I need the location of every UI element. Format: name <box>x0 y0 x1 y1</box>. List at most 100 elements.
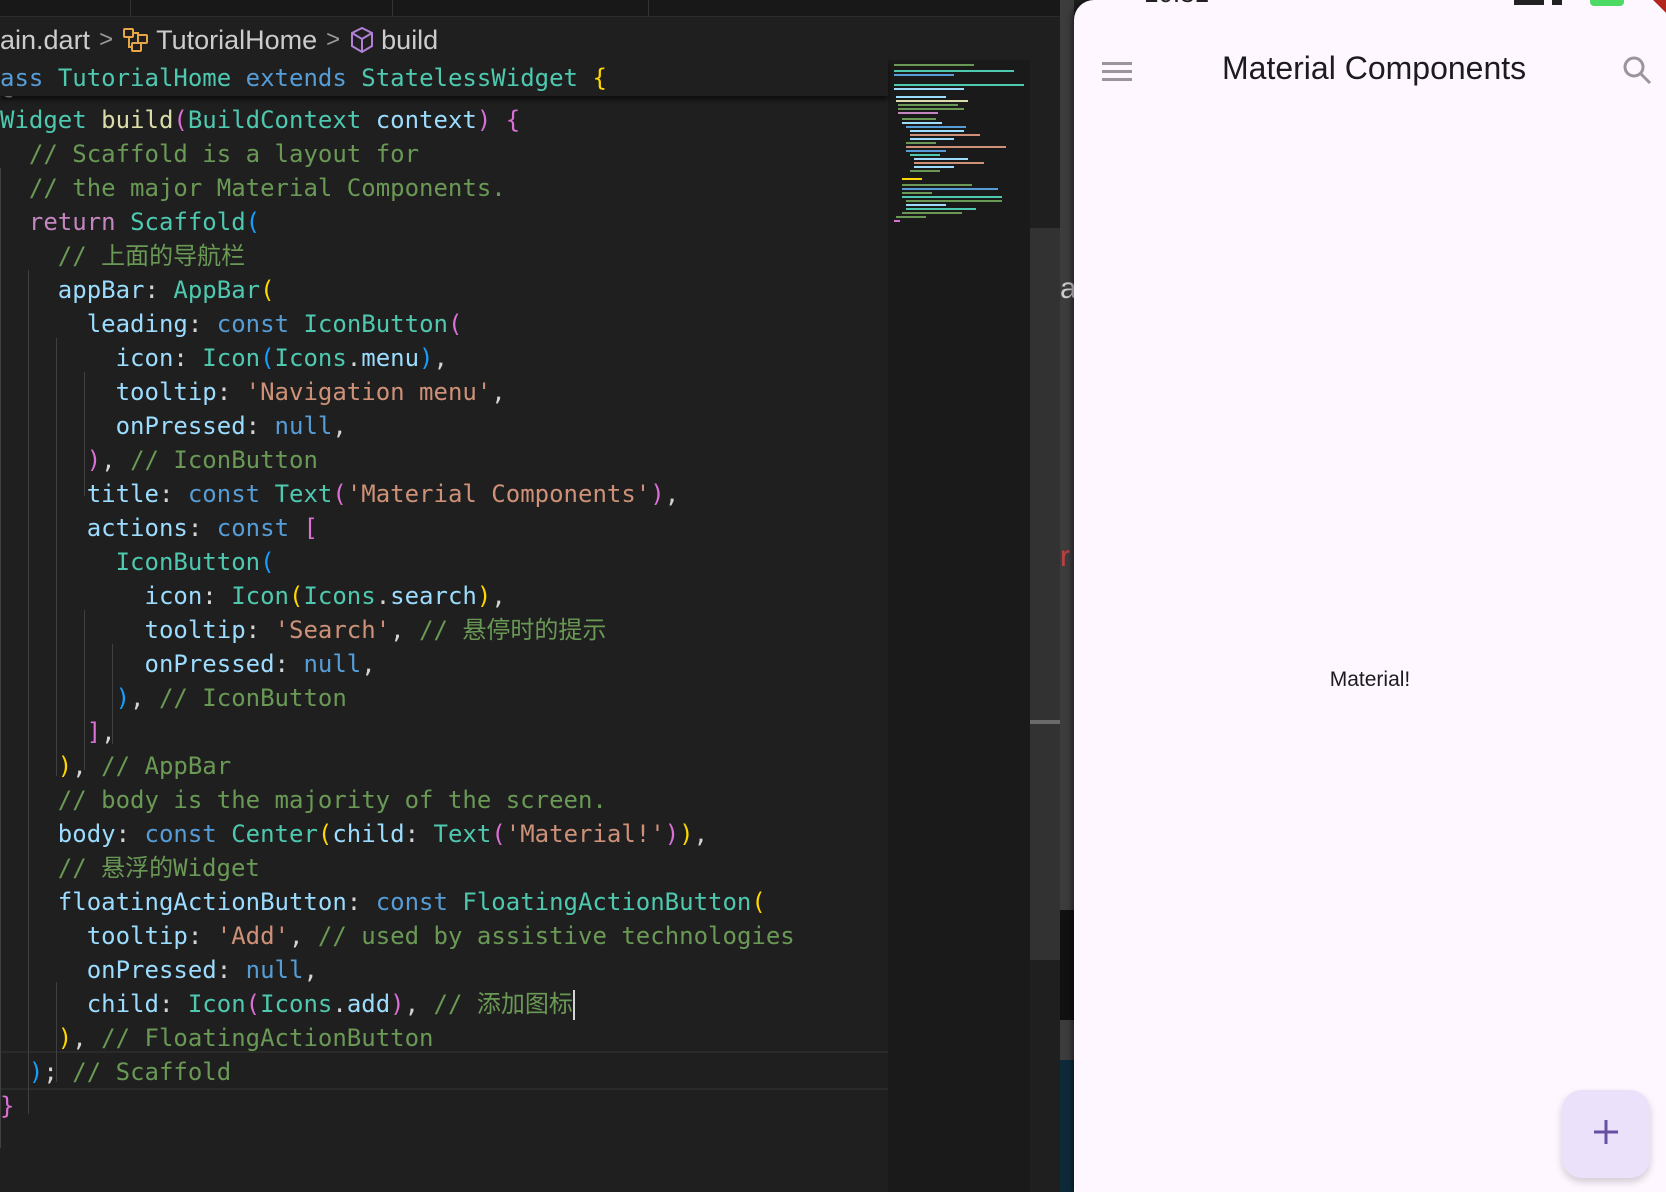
code-line[interactable]: onPressed: null, <box>0 646 376 682</box>
code-token: , <box>101 718 116 746</box>
menu-icon[interactable] <box>1102 60 1132 88</box>
code-line[interactable]: // body is the majority of the screen. <box>0 782 607 818</box>
class-icon <box>122 27 150 53</box>
code-line[interactable]: onPressed: null, <box>0 408 347 444</box>
code-token: child <box>332 820 405 848</box>
code-line[interactable]: icon: Icon(Icons.menu), <box>0 340 448 376</box>
code-token: ( <box>245 208 261 236</box>
code-line[interactable]: Widget build(BuildContext context) { <box>0 102 520 138</box>
code-line[interactable]: title: const Text('Material Components')… <box>0 476 679 512</box>
code-line[interactable]: actions: const [ <box>0 510 318 546</box>
code-token: // 添加图标 <box>433 990 573 1018</box>
code-token: 'Add' <box>216 922 290 950</box>
code-token: appBar <box>57 276 145 304</box>
code-token: 'Material!' <box>505 820 665 848</box>
code-token: ) <box>476 582 492 610</box>
code-token: Icons <box>274 344 347 372</box>
code-line[interactable]: tooltip: 'Navigation menu', <box>0 374 506 410</box>
code-token: ) <box>650 480 665 508</box>
breadcrumb-class[interactable]: TutorialHome <box>156 25 317 56</box>
code-line[interactable]: // Scaffold is a layout for <box>0 136 419 172</box>
code-token: IconButton <box>115 548 261 576</box>
code-token: null <box>274 412 333 440</box>
device-simulator[interactable]: 10:31 Material Components Material! <box>1074 0 1666 1192</box>
code-line[interactable]: appBar: AppBar( <box>0 272 275 308</box>
code-line[interactable]: leading: const IconButton( <box>0 306 463 342</box>
code-line[interactable]: tooltip: 'Search', // 悬停时的提示 <box>0 612 607 648</box>
code-token: : <box>274 650 304 678</box>
code-token: , <box>693 820 709 848</box>
code-line[interactable]: IconButton( <box>0 544 275 580</box>
code-token: floatingActionButton <box>57 888 347 916</box>
code-token: : <box>187 922 217 950</box>
code-token: return <box>28 208 116 236</box>
code-token: const <box>216 310 290 338</box>
code-line[interactable]: // 上面的导航栏 <box>0 238 245 274</box>
add-fab-button[interactable] <box>1562 1090 1650 1178</box>
code-token: leading <box>86 310 188 338</box>
code-token: onPressed <box>115 412 246 440</box>
code-token: ( <box>260 548 275 576</box>
code-token: Text <box>433 820 492 848</box>
breadcrumb-method[interactable]: build <box>381 25 438 56</box>
code-token: . <box>375 582 391 610</box>
code-token: ) <box>57 752 73 780</box>
code-line[interactable]: ); // Scaffold <box>0 1054 231 1090</box>
code-token: , <box>332 412 347 440</box>
code-line[interactable]: return Scaffold( <box>0 204 260 240</box>
code-line[interactable]: ), // AppBar <box>0 748 231 784</box>
code-token: : <box>202 582 232 610</box>
code-token: , <box>101 446 131 474</box>
code-token: , <box>289 922 318 950</box>
code-token: : <box>245 616 275 644</box>
breadcrumb-file[interactable]: ain.dart <box>0 25 90 56</box>
minimap[interactable] <box>888 60 1030 1192</box>
code-token: , <box>72 752 102 780</box>
sticky-scroll-header[interactable]: ass TutorialHome extends StatelessWidget… <box>0 60 888 96</box>
text-cursor <box>572 990 575 1020</box>
code-line[interactable]: body: const Center(child: Text('Material… <box>0 816 708 852</box>
sticky-code-line[interactable]: ass TutorialHome extends StatelessWidget… <box>0 60 607 96</box>
code-line[interactable]: ), // IconButton <box>0 442 318 478</box>
code-editor[interactable]: ain.dart > TutorialHome > build ass Tuto… <box>0 0 1060 1192</box>
editor-scrollbar[interactable] <box>1030 228 1060 960</box>
code-line[interactable]: tooltip: 'Add', // used by assistive tec… <box>0 918 795 954</box>
code-line[interactable]: child: Icon(Icons.add), // 添加图标 <box>0 986 575 1022</box>
code-token: icon <box>144 582 203 610</box>
code-line[interactable]: ), // IconButton <box>0 680 347 716</box>
code-line[interactable]: onPressed: null, <box>0 952 318 988</box>
code-line[interactable]: floatingActionButton: const FloatingActi… <box>0 884 766 920</box>
code-token: Icons <box>303 582 376 610</box>
code-line[interactable]: } <box>0 1088 14 1124</box>
code-line[interactable]: ], <box>0 714 116 750</box>
code-token: ) <box>28 1058 44 1086</box>
code-token: tooltip <box>115 378 217 406</box>
code-token: : <box>158 990 188 1018</box>
search-icon[interactable] <box>1622 55 1652 89</box>
code-token: null <box>303 650 362 678</box>
code-token: const <box>144 820 217 848</box>
code-token: , <box>404 990 434 1018</box>
code-token: // the major Material Components. <box>28 174 506 202</box>
code-token: ( <box>317 820 333 848</box>
code-line[interactable]: // 悬浮的Widget <box>0 850 260 886</box>
code-token: : <box>216 956 246 984</box>
code-token: const <box>375 888 448 916</box>
code-line[interactable]: ), // FloatingActionButton <box>0 1020 434 1056</box>
code-token: ) <box>664 820 680 848</box>
code-line[interactable]: icon: Icon(Icons.search), <box>0 578 506 614</box>
code-line[interactable]: // the major Material Components. <box>0 170 506 206</box>
